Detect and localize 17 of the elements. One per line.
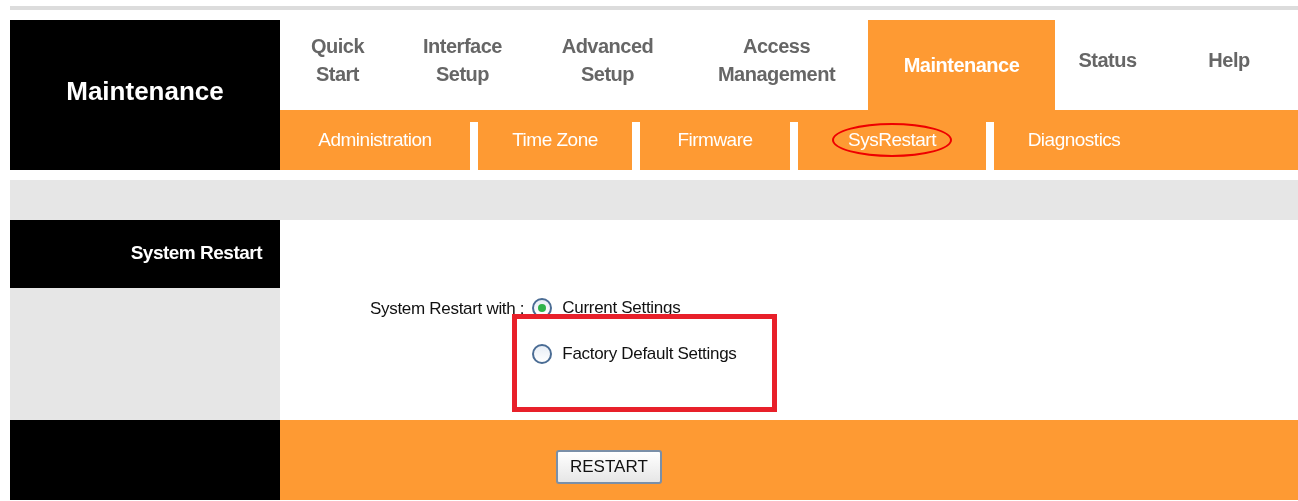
restart-label: System Restart with : bbox=[370, 299, 525, 320]
section-header: Maintenance bbox=[10, 20, 280, 170]
panel-title: System Restart bbox=[10, 220, 280, 288]
nav-tab[interactable]: Interface Setup bbox=[395, 20, 530, 110]
nav-tab[interactable]: Access Management bbox=[685, 20, 868, 110]
restart-button[interactable]: RESTART bbox=[556, 450, 662, 484]
nav-tab[interactable]: Status bbox=[1055, 20, 1160, 110]
option-label: Factory Default Settings bbox=[562, 344, 737, 364]
nav-tab[interactable]: Help bbox=[1160, 20, 1298, 110]
nav-tab[interactable]: Advanced Setup bbox=[530, 20, 685, 110]
nav-tab[interactable]: Quick Start bbox=[280, 20, 395, 110]
tab-separator bbox=[632, 122, 640, 170]
option-label: Current Settings bbox=[562, 298, 681, 318]
radio-button[interactable] bbox=[532, 344, 553, 364]
tab-separator bbox=[790, 122, 798, 170]
tab-separator bbox=[470, 122, 478, 170]
tab-separator bbox=[986, 122, 994, 170]
